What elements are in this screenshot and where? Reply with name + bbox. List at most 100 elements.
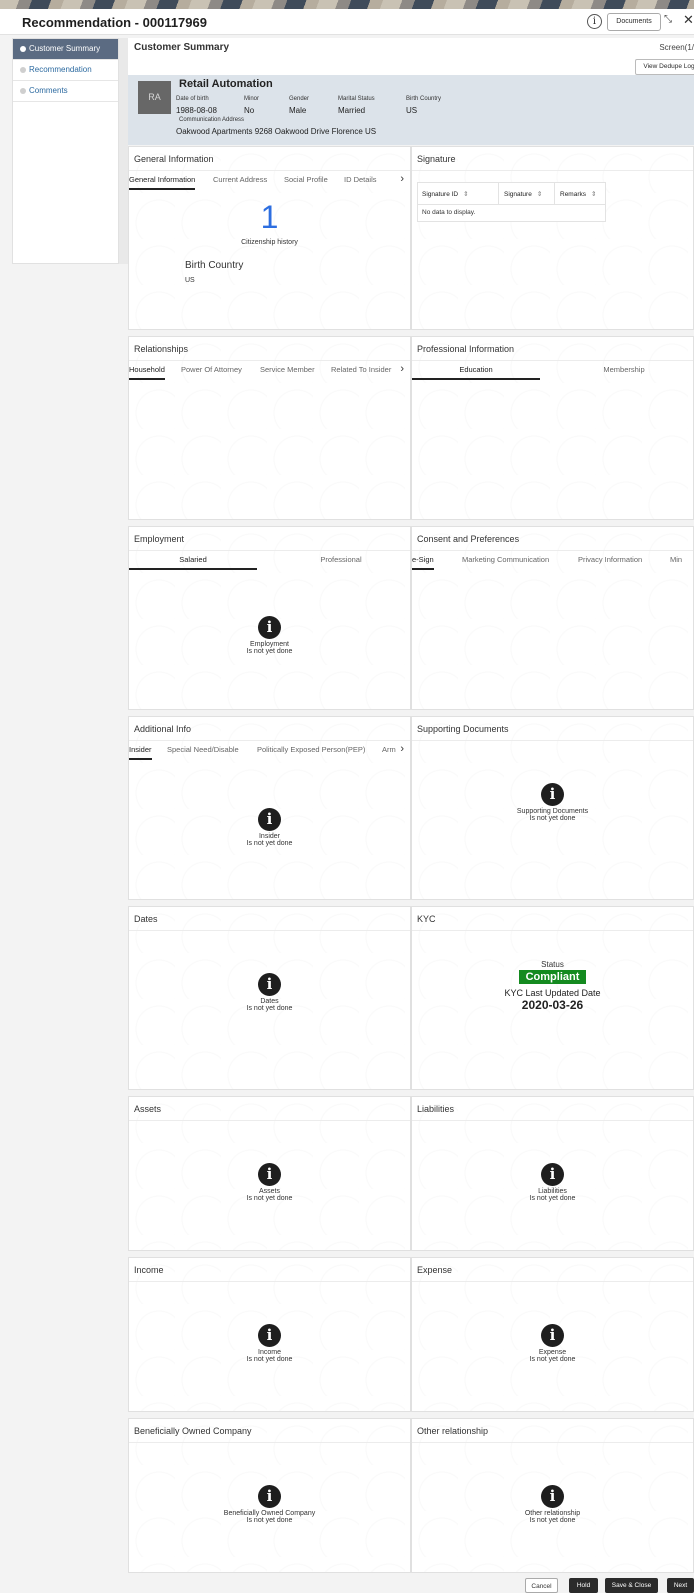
card-title: Expense <box>417 1265 453 1275</box>
citizenship-history-label[interactable]: Citizenship history <box>129 239 410 246</box>
status-badge: Compliant <box>518 970 587 984</box>
tab-membership[interactable]: Membership <box>560 365 688 378</box>
main-header: Customer Summary Screen(1/ View Dedupe L… <box>128 38 694 80</box>
cancel-button[interactable]: Cancel <box>525 1578 558 1593</box>
tab-insider[interactable]: Insider <box>129 745 152 760</box>
card-title: Supporting Documents <box>417 724 509 734</box>
card-title: Additional Info <box>134 724 192 734</box>
divider <box>129 360 410 361</box>
tab-related-to-insider[interactable]: Related To Insider <box>331 365 391 378</box>
relationships-card: Relationships Household Power Of Attorne… <box>128 336 411 520</box>
tab-current-address[interactable]: Current Address <box>213 175 267 188</box>
column-header-signature-id[interactable]: Signature ID ⇕ <box>422 190 469 198</box>
tab-special-need-disable[interactable]: Special Need/Disable <box>167 745 239 758</box>
next-button[interactable]: Next <box>667 1578 694 1593</box>
sort-icon[interactable]: ⇕ <box>463 191 468 198</box>
tab-professional[interactable]: Professional <box>277 555 405 568</box>
professional-information-card: Professional Information Education Membe… <box>411 336 694 520</box>
empty-state-title: Dates <box>260 998 279 1005</box>
general-information-card: General Information General Information … <box>128 146 411 330</box>
divider <box>129 930 410 931</box>
empty-state-subtitle: Is not yet done <box>529 1356 576 1363</box>
card-title: Professional Information <box>417 344 515 354</box>
tab-privacy-information[interactable]: Privacy Information <box>578 555 642 568</box>
chevron-right-icon[interactable]: › <box>397 743 404 755</box>
tab-household[interactable]: Household <box>129 365 165 380</box>
tab-social-profile[interactable]: Social Profile <box>284 175 328 188</box>
tab-id-details[interactable]: ID Details <box>344 175 377 188</box>
sort-icon[interactable]: ⇕ <box>537 191 542 198</box>
info-icon: i <box>258 616 281 639</box>
close-icon[interactable]: ✕ <box>683 12 694 28</box>
tab-min[interactable]: Min <box>670 555 682 568</box>
view-dedupe-log-button[interactable]: View Dedupe Log <box>635 59 694 75</box>
tab-marketing-communication[interactable]: Marketing Communication <box>462 555 549 568</box>
marital-status-label: Marital Status <box>338 96 375 102</box>
tab-salaried[interactable]: Salaried <box>129 555 257 570</box>
empty-state: i Employment Is not yet done <box>129 616 410 655</box>
empty-state: i Other relationship Is not yet done <box>412 1485 693 1524</box>
documents-button[interactable]: Documents <box>607 13 661 31</box>
top-banner-strip <box>0 0 694 9</box>
divider <box>412 550 693 551</box>
card-title: Signature <box>417 154 456 164</box>
column-header-signature[interactable]: Signature ⇕ <box>504 190 542 198</box>
column-label: Remarks <box>560 191 587 198</box>
expand-icon[interactable]: ⤡ <box>664 14 672 25</box>
card-title: Employment <box>134 534 185 544</box>
empty-state-title: Income <box>258 1349 281 1356</box>
birth-country-value: US <box>406 106 418 115</box>
table-header: Signature ID ⇕ Signature ⇕ Remarks ⇕ <box>418 183 605 205</box>
info-icon[interactable]: i <box>587 14 602 29</box>
communication-address-value: Oakwood Apartments 9268 Oakwood Drive Fl… <box>176 127 377 136</box>
tab-pep[interactable]: Politically Exposed Person(PEP) <box>257 745 365 758</box>
divider <box>129 550 410 551</box>
window-title: Recommendation - 000117969 <box>22 15 207 30</box>
column-header-remarks[interactable]: Remarks ⇕ <box>560 190 596 198</box>
card-title: Relationships <box>134 344 189 354</box>
hold-button[interactable]: Hold <box>569 1578 598 1593</box>
empty-state-subtitle: Is not yet done <box>246 1517 293 1524</box>
divider <box>412 360 693 361</box>
employment-card: Employment Salaried Professional i Emplo… <box>128 526 411 710</box>
tab-arm[interactable]: Arm <box>382 745 396 758</box>
step-dot-icon <box>20 88 26 94</box>
kyc-updated-label: KYC Last Updated Date <box>504 988 601 998</box>
tab-general-information[interactable]: General Information <box>129 175 196 190</box>
empty-state: i Beneficially Owned Company Is not yet … <box>129 1485 410 1524</box>
beneficially-owned-company-card: Beneficially Owned Company i Beneficiall… <box>128 1418 411 1573</box>
info-icon: i <box>258 1485 281 1508</box>
birth-country-label: Birth Country <box>406 96 442 102</box>
card-title: Other relationship <box>417 1426 489 1436</box>
assets-card: Assets i Assets Is not yet done <box>128 1096 411 1251</box>
empty-state-subtitle: Is not yet done <box>529 1195 576 1202</box>
empty-state: i Liabilities Is not yet done <box>412 1163 693 1202</box>
divider <box>412 1281 693 1282</box>
sidebar-item-label: Recommendation <box>29 65 92 74</box>
card-title: General Information <box>134 154 214 164</box>
column-label: Signature <box>504 191 532 198</box>
save-close-button[interactable]: Save & Close <box>605 1578 658 1593</box>
sidebar: Customer Summary Recommendation Comments <box>12 38 119 264</box>
sidebar-item-comments[interactable]: Comments <box>13 81 118 102</box>
tab-education[interactable]: Education <box>412 365 540 380</box>
card-title: Dates <box>134 914 158 924</box>
tab-service-member[interactable]: Service Member <box>260 365 315 378</box>
card-title: KYC <box>417 914 436 924</box>
consent-preferences-card: Consent and Preferences e-Sign Marketing… <box>411 526 694 710</box>
divider <box>129 170 410 171</box>
sidebar-item-customer-summary[interactable]: Customer Summary <box>13 39 118 60</box>
tab-e-sign[interactable]: e-Sign <box>412 555 434 570</box>
chevron-right-icon[interactable]: › <box>397 173 404 185</box>
sidebar-item-recommendation[interactable]: Recommendation <box>13 60 118 81</box>
info-icon: i <box>541 1163 564 1186</box>
card-title: Income <box>134 1265 164 1275</box>
sort-icon[interactable]: ⇕ <box>591 191 596 198</box>
dates-card: Dates i Dates Is not yet done <box>128 906 411 1090</box>
chevron-right-icon[interactable]: › <box>397 363 404 375</box>
kyc-details: Status Compliant KYC Last Updated Date 2… <box>412 960 693 1012</box>
tab-power-of-attorney[interactable]: Power Of Attorney <box>181 365 242 378</box>
step-dot-icon <box>20 46 26 52</box>
tab-bar: General Information Current Address Soci… <box>129 173 410 192</box>
card-title: Consent and Preferences <box>417 534 520 544</box>
